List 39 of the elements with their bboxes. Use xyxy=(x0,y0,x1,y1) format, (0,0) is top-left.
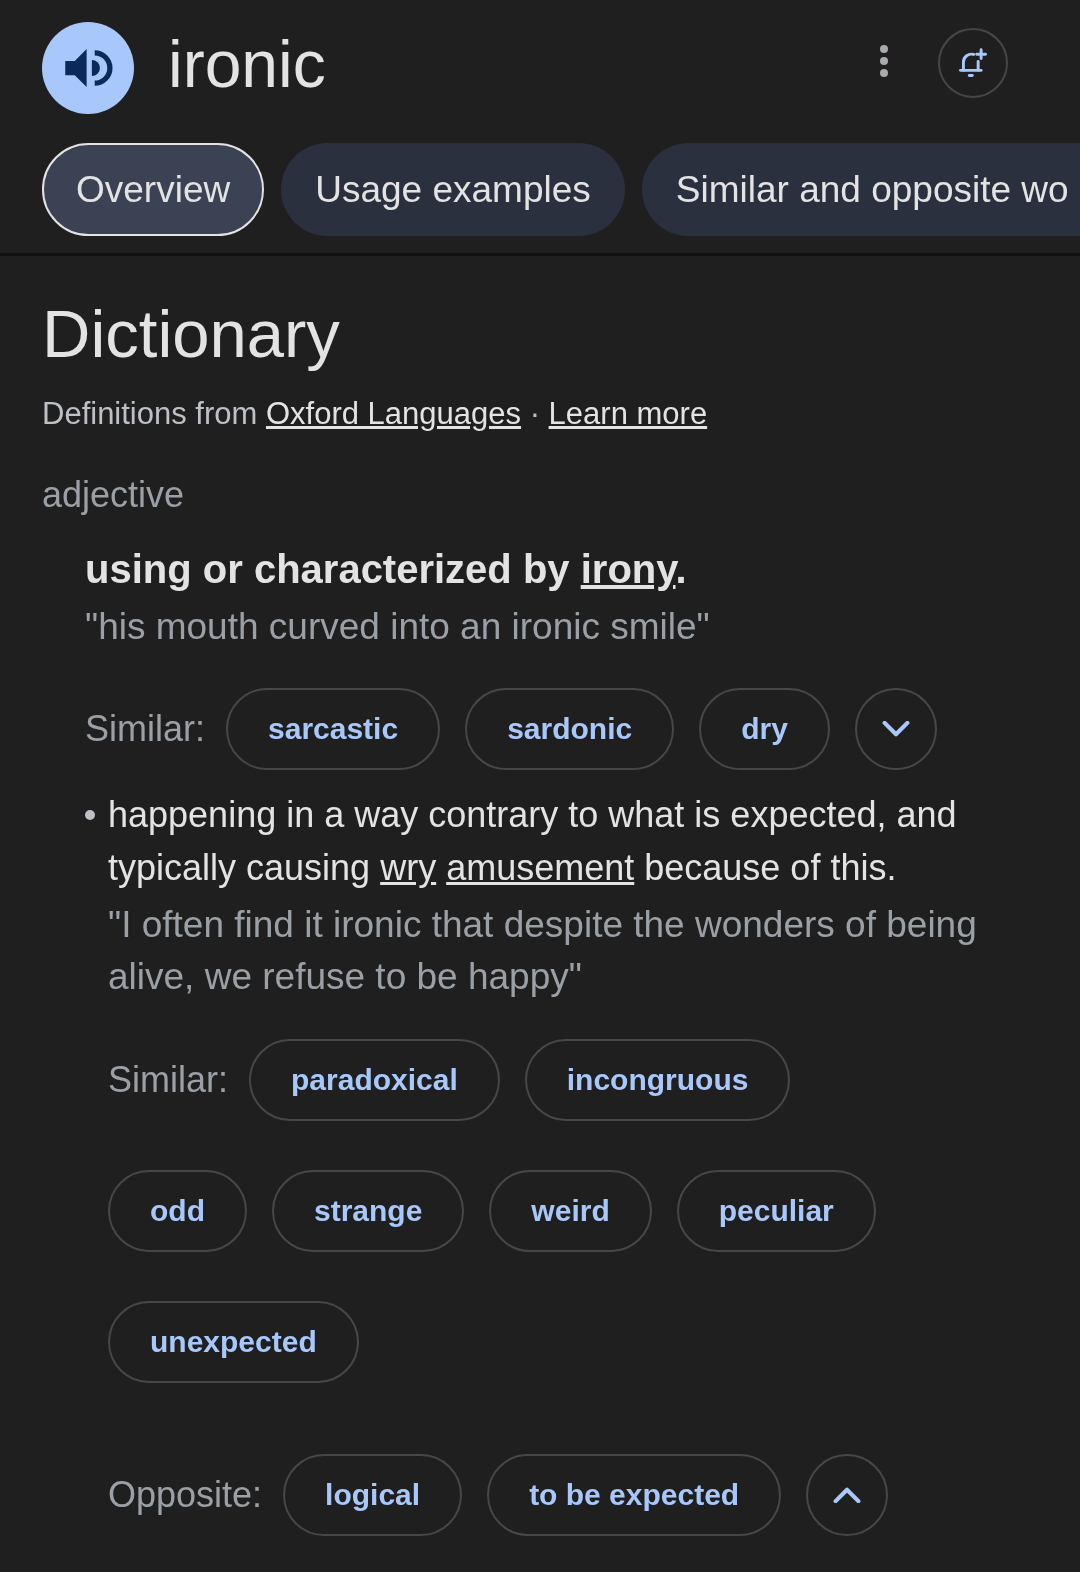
tab[interactable]: Usage examples xyxy=(281,143,625,236)
word-chip[interactable]: weird xyxy=(489,1170,652,1252)
word-chip[interactable]: dry xyxy=(699,688,830,770)
relation-label: Opposite: xyxy=(108,1474,263,1516)
word-chip[interactable]: incongruous xyxy=(524,1039,791,1121)
word-chip[interactable]: unexpected xyxy=(108,1301,359,1383)
more-options-icon[interactable] xyxy=(880,45,888,77)
bell-plus-icon xyxy=(959,48,987,78)
chevron-up-icon xyxy=(833,1487,862,1503)
source-line: Definitions from Oxford Languages · Learn more xyxy=(42,395,709,433)
example-sentence: "I often find it ironic that despite the wonders of being alive, we refuse to be happy" xyxy=(108,903,978,999)
speaker-icon xyxy=(65,49,113,87)
word-chip[interactable]: logical xyxy=(283,1454,463,1536)
tab[interactable]: Overview xyxy=(42,143,265,236)
example-sentence: "his mouth curved into an ironic smile" xyxy=(85,605,711,649)
word-chip[interactable]: sarcastic xyxy=(226,688,441,770)
word-title: ironic xyxy=(168,26,326,102)
word-chip[interactable]: odd xyxy=(108,1170,247,1252)
word-chip[interactable]: peculiar xyxy=(676,1170,876,1252)
learn-more-link[interactable]: Learn more xyxy=(548,396,708,431)
expand-button[interactable] xyxy=(854,688,937,770)
definition-text: using or characterized by irony. xyxy=(85,546,687,593)
word-chip[interactable]: sardonic xyxy=(465,688,675,770)
tab[interactable]: Similar and opposite wo xyxy=(641,143,1080,236)
relation-label: Similar: xyxy=(85,708,205,750)
alert-button[interactable] xyxy=(938,28,1008,98)
source-link[interactable]: Oxford Languages xyxy=(265,396,522,431)
chevron-down-icon xyxy=(881,721,910,737)
word-chip[interactable]: paradoxical xyxy=(249,1039,500,1121)
word-link[interactable]: amusement xyxy=(446,847,635,888)
relation-label: Similar: xyxy=(108,1059,228,1101)
word-chip[interactable]: to be expected xyxy=(487,1454,782,1536)
word-link[interactable]: irony xyxy=(580,547,676,591)
definition-text: happening in a way contrary to what is expected, and typically causing wry amusement because of this. xyxy=(108,793,958,890)
word-link[interactable]: wry xyxy=(380,847,447,888)
section-heading: Dictionary xyxy=(42,296,341,372)
word-chip[interactable]: strange xyxy=(272,1170,465,1252)
collapse-button[interactable] xyxy=(806,1454,889,1536)
part-of-speech: adjective xyxy=(42,473,186,517)
